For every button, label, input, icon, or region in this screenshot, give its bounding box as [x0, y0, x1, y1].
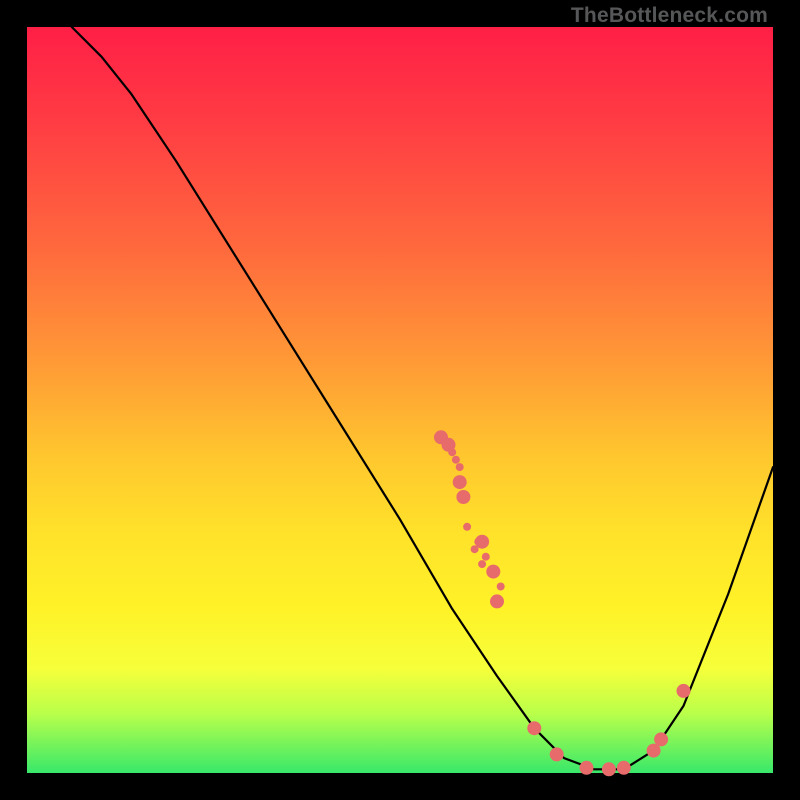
marker-dots-small [448, 448, 505, 605]
marker-dot [550, 747, 564, 761]
marker-dot [580, 761, 594, 775]
marker-dot [486, 565, 500, 579]
marker-dot [442, 438, 456, 452]
marker-dot [475, 535, 489, 549]
marker-dot [497, 583, 505, 591]
marker-dot [452, 456, 460, 464]
watermark-text: TheBottleneck.com [571, 4, 768, 28]
marker-dot [617, 761, 631, 775]
chart-overlay [27, 27, 773, 773]
marker-dot [453, 475, 467, 489]
marker-dots-large [434, 430, 691, 776]
marker-dot [677, 684, 691, 698]
chart-stage: TheBottleneck.com [0, 0, 800, 800]
marker-dot [482, 553, 490, 561]
marker-dot [463, 523, 471, 531]
marker-dot [490, 594, 504, 608]
marker-dot [527, 721, 541, 735]
marker-dot [654, 732, 668, 746]
marker-dot [456, 463, 464, 471]
marker-dot [478, 560, 486, 568]
marker-dot [456, 490, 470, 504]
marker-dot [602, 762, 616, 776]
bottleneck-curve [72, 27, 773, 769]
